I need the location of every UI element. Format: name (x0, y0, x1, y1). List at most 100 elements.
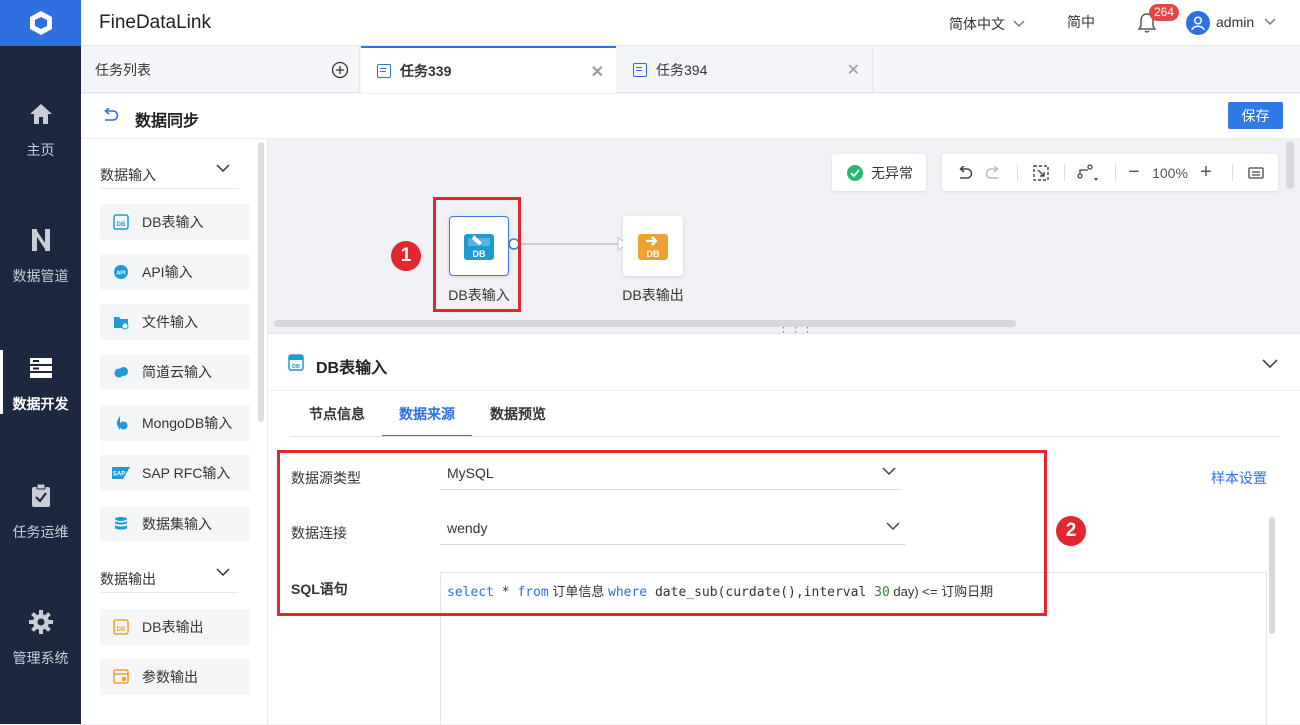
app-title: FineDataLink (99, 12, 211, 33)
collapse-chevron-icon[interactable] (1262, 356, 1278, 372)
pipeline-icon (29, 220, 53, 260)
tab-underline (290, 436, 1279, 437)
database-icon (112, 515, 130, 533)
zoom-in-icon[interactable]: + (1196, 154, 1216, 191)
redo-icon[interactable] (980, 154, 1006, 191)
check-circle-icon (847, 164, 863, 181)
annotation-box-1 (433, 197, 521, 312)
svg-text:DB: DB (117, 627, 126, 633)
mongodb-icon (112, 414, 130, 432)
node-label: DB表输出 (622, 287, 684, 303)
nav-label: 任务运维 (12, 524, 69, 540)
tab-task-394[interactable]: 任务394 ✕ (617, 46, 873, 93)
nav-label: 数据开发 (12, 396, 69, 412)
component-label: SAP RFC输入 (142, 465, 231, 481)
nav-item-ops[interactable]: 任务运维 (0, 454, 81, 564)
db-table-icon: DB (112, 618, 130, 636)
chevron-down-icon (1013, 20, 1025, 27)
tab-data-preview[interactable]: 数据预览 (490, 392, 546, 437)
svg-text:DB: DB (647, 249, 660, 259)
notification-badge: 264 (1149, 4, 1180, 21)
canvas-h-scrollbar[interactable] (274, 320, 1016, 327)
tab-node-info[interactable]: 节点信息 (309, 392, 365, 437)
zoom-level: 100% (1152, 164, 1188, 181)
component-label: DB表输入 (142, 214, 204, 230)
component-jdy-input[interactable]: 简道云输入 (100, 354, 250, 390)
annotation-marker-1: 1 (391, 241, 421, 271)
divider (1115, 164, 1116, 181)
svg-text:SAP: SAP (113, 472, 125, 478)
chevron-down-icon (216, 164, 230, 173)
nav-item-pipeline[interactable]: 数据管道 (0, 198, 81, 308)
minimap-icon[interactable] (1244, 154, 1268, 191)
component-api-input[interactable]: API API输入 (100, 254, 250, 290)
canvas-v-scrollbar[interactable] (1286, 141, 1294, 189)
component-mongodb-input[interactable]: MongoDB输入 (100, 405, 250, 441)
output-group-header[interactable]: 数据输出 (100, 563, 238, 593)
close-icon[interactable]: ✕ (591, 62, 604, 82)
input-group-header[interactable]: 数据输入 (100, 159, 238, 189)
clipboard-check-icon (30, 476, 52, 516)
task-icon (633, 62, 647, 77)
cloud-icon (112, 363, 130, 381)
component-dataset-input[interactable]: 数据集输入 (100, 506, 250, 542)
component-sap-input[interactable]: SAP SAP RFC输入 (100, 455, 250, 491)
component-scrollbar[interactable] (258, 142, 264, 422)
language-label: 简体中文 (949, 16, 1005, 32)
panel-title: DB表输入 (316, 360, 388, 377)
close-icon[interactable]: ✕ (847, 60, 860, 80)
server-icon (28, 348, 54, 388)
api-icon: API (112, 263, 130, 281)
task-icon (377, 63, 391, 78)
annotation-marker-2: 2 (1056, 516, 1086, 546)
tab-data-source[interactable]: 数据来源 (382, 392, 472, 437)
home-icon (28, 94, 54, 134)
locale-toggle[interactable]: 简中 (1067, 12, 1095, 32)
nav-label: 主页 (26, 142, 55, 158)
annotation-box-2 (277, 450, 1047, 616)
db-table-icon: DB (112, 213, 130, 231)
page-title: 数据同步 (135, 113, 200, 130)
chevron-down-icon (1264, 18, 1276, 25)
component-db-output[interactable]: DB DB表输出 (100, 609, 250, 645)
nav-item-data-dev[interactable]: 数据开发 (0, 326, 81, 436)
component-db-input[interactable]: DB DB表输入 (100, 204, 250, 240)
component-label: 简道云输入 (142, 364, 212, 380)
divider (268, 390, 1300, 391)
db-table-icon: DB (288, 354, 304, 374)
component-label: 数据集输入 (142, 516, 212, 532)
zoom-out-icon[interactable]: − (1124, 154, 1144, 191)
group-label: 数据输入 (100, 167, 156, 183)
add-circle-icon (331, 61, 349, 79)
component-label: DB表输出 (142, 619, 204, 635)
nav-item-admin[interactable]: 管理系统 (0, 580, 81, 690)
sample-settings-link[interactable]: 样本设置 (1211, 468, 1267, 488)
back-icon[interactable] (101, 107, 119, 127)
node-db-output[interactable]: DB (623, 216, 683, 276)
gear-icon (28, 602, 54, 642)
sap-icon: SAP (112, 464, 130, 482)
save-button[interactable]: 保存 (1228, 102, 1283, 129)
user-menu[interactable]: admin (1216, 14, 1276, 30)
panel-scrollbar[interactable] (1269, 517, 1275, 634)
flow-edge (508, 236, 628, 252)
avatar[interactable] (1186, 11, 1210, 35)
canvas-toolbar: − 100% + (942, 154, 1278, 191)
left-nav: 主页 数据管道 数据开发 任务运维 管理系统 (0, 0, 81, 724)
chevron-down-icon (216, 568, 230, 577)
tab-task-list[interactable]: 任务列表 (81, 46, 360, 93)
component-file-input[interactable]: 文件输入 (100, 304, 250, 340)
undo-icon[interactable] (952, 154, 978, 191)
component-param-output[interactable]: 参数输出 (100, 659, 250, 695)
status-badge: 无异常 (832, 154, 926, 191)
task-tabbar: 任务列表 任务339 ✕ 任务394 ✕ (81, 46, 1300, 93)
tab-task-339[interactable]: 任务339 ✕ (361, 46, 616, 93)
fit-view-icon[interactable] (1028, 154, 1054, 191)
tab-label: 任务列表 (95, 61, 151, 78)
layout-icon[interactable] (1072, 154, 1104, 191)
component-label: 文件输入 (142, 314, 198, 330)
nav-item-home[interactable]: 主页 (0, 72, 81, 182)
app-logo[interactable] (0, 0, 81, 46)
language-select[interactable]: 简体中文 (949, 14, 1025, 34)
flow-canvas[interactable]: 无异常 − 100% + DB DB表输入 DB DB表输出 ⋮⋮⋮ (268, 139, 1300, 338)
